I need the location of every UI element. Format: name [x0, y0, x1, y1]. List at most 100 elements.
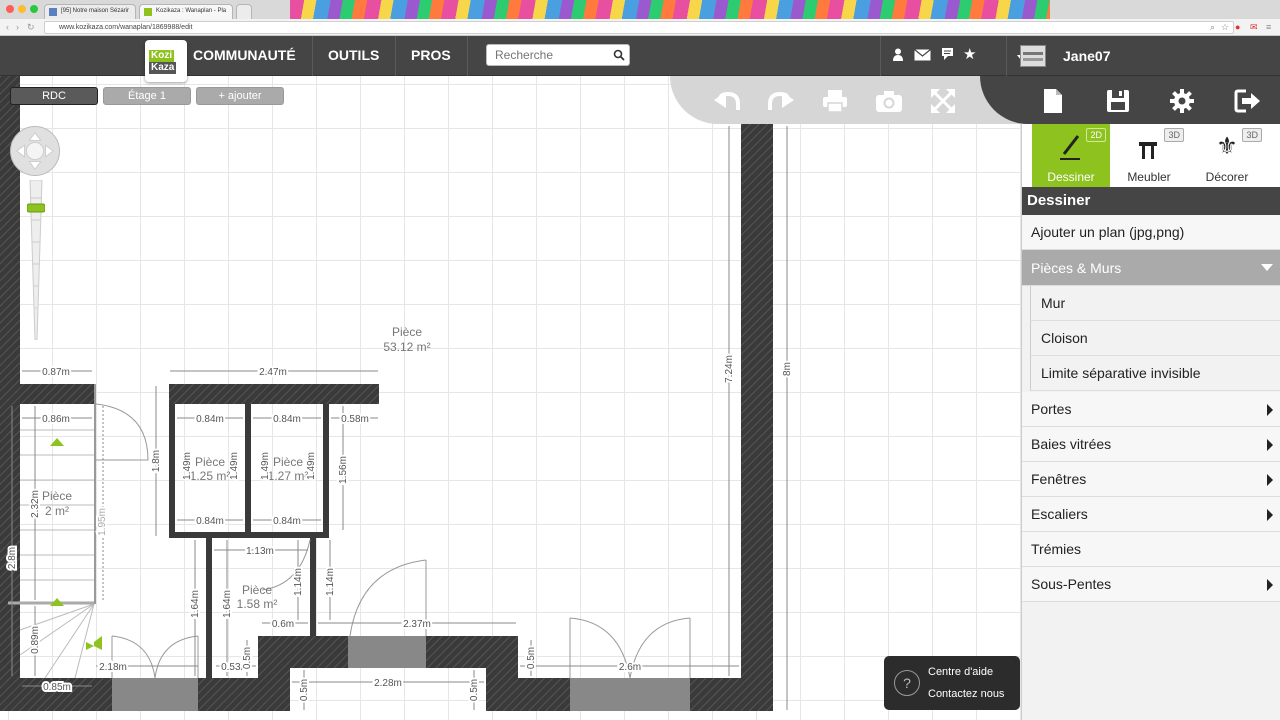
menu-tremies[interactable]: Trémies	[1022, 532, 1280, 567]
url-field[interactable]: www.kozikaza.com/wanaplan/1869988/edit	[44, 21, 1234, 34]
search-input[interactable]	[486, 44, 630, 66]
maximize-window-icon[interactable]	[30, 5, 38, 13]
room-area: 2 m²	[45, 504, 69, 518]
menu-icon[interactable]: ≡	[1266, 22, 1271, 32]
dimension-label: 1.13m	[246, 546, 274, 557]
menu-baies-vitrees[interactable]: Baies vitrées	[1022, 427, 1280, 462]
door-opening[interactable]	[348, 636, 426, 668]
forward-icon[interactable]: ›	[16, 22, 19, 32]
tab-decorer[interactable]: 3D ⚜ Décorer	[1188, 124, 1266, 187]
tab-dessiner[interactable]: 2D Dessiner	[1032, 124, 1110, 187]
wall[interactable]	[486, 668, 518, 711]
menu-fenetres[interactable]: Fenêtres	[1022, 462, 1280, 497]
mode-label: Meubler	[1127, 170, 1171, 184]
nav-communaute[interactable]: COMMUNAUTÉ	[177, 36, 313, 76]
wall[interactable]	[245, 404, 251, 538]
wall[interactable]	[169, 404, 175, 538]
partition[interactable]	[94, 384, 96, 604]
wall[interactable]	[20, 384, 94, 404]
staircase[interactable]	[8, 429, 102, 679]
redo-icon[interactable]	[766, 86, 796, 116]
undo-icon[interactable]	[712, 86, 742, 116]
logo-text: Kozi	[149, 50, 175, 62]
zoom-icon[interactable]: ⌕	[1210, 22, 1215, 33]
search-icon[interactable]	[613, 49, 625, 61]
walls[interactable]	[0, 76, 773, 711]
bookmark-star-icon[interactable]: ☆	[1221, 22, 1229, 33]
back-icon[interactable]: ‹	[6, 22, 9, 32]
browser-tab-active[interactable]: Kozikaza : Wanaplan - Pla	[139, 4, 233, 19]
browser-url-bar: ‹ › ↻ www.kozikaza.com/wanaplan/1869988/…	[0, 19, 1280, 36]
save-icon[interactable]	[1103, 86, 1133, 116]
settings-gear-icon[interactable]	[1167, 86, 1197, 116]
dimension-label: 0.5m	[299, 679, 310, 701]
dimension-label: 8m	[782, 362, 793, 376]
tool-cloison[interactable]: Cloison	[1030, 321, 1280, 356]
wall[interactable]	[206, 538, 212, 678]
dimension-label: 0.5m	[526, 647, 537, 669]
logout-icon[interactable]	[1232, 86, 1262, 116]
wall[interactable]	[169, 532, 329, 538]
zoom-slider[interactable]	[27, 180, 45, 340]
zoom-handle[interactable]	[27, 203, 45, 213]
avatar[interactable]	[1020, 45, 1046, 67]
mail-icon[interactable]	[914, 49, 931, 61]
nav-pros[interactable]: PROS	[395, 36, 468, 76]
pan-control-icon[interactable]	[10, 126, 60, 176]
camera-icon[interactable]	[874, 86, 904, 116]
wall[interactable]	[0, 76, 20, 711]
reload-icon[interactable]: ↻	[27, 22, 35, 33]
door-opening[interactable]	[570, 678, 690, 711]
door-opening[interactable]	[112, 678, 198, 711]
tool-mur[interactable]: Mur	[1030, 286, 1280, 321]
profile-icon[interactable]	[893, 48, 903, 61]
room-name: Pièce	[242, 583, 272, 597]
floor-plan[interactable]: Pièce 53.12 m² Pièce 2 m² Pièce 1.25 m² …	[0, 76, 1021, 720]
tab-meubler[interactable]: 3D Meubler	[1110, 124, 1188, 187]
dimension-label: 1.14m	[293, 568, 304, 596]
section-pieces-murs[interactable]: Pièces & Murs	[1022, 250, 1280, 286]
favorites-star-icon[interactable]: ★	[963, 45, 976, 63]
plan-canvas[interactable]: Pièce 53.12 m² Pièce 2 m² Pièce 1.25 m² …	[0, 76, 1021, 720]
fleur-de-lis-icon: ⚜	[1216, 133, 1238, 160]
floor-tab-rdc[interactable]: RDC	[10, 87, 98, 105]
room-name: Pièce	[273, 455, 303, 469]
floor-tab-etage-1[interactable]: Étage 1	[103, 87, 191, 105]
tool-limite-separative[interactable]: Limite séparative invisible	[1030, 356, 1280, 391]
wall[interactable]	[323, 404, 329, 538]
menu-portes[interactable]: Portes	[1022, 392, 1280, 427]
room-name: Pièce	[42, 489, 72, 503]
nav-outils[interactable]: OUTILS	[312, 36, 397, 76]
help-center-link[interactable]: Centre d'aide	[928, 666, 993, 678]
chevron-right-icon	[1267, 579, 1273, 591]
kozikaza-logo[interactable]: Kozi Kaza	[145, 40, 187, 82]
wall[interactable]	[169, 384, 379, 404]
stair-direction-icon	[86, 636, 102, 650]
dimension-label: 1.8m	[151, 450, 162, 472]
menu-escaliers[interactable]: Escaliers	[1022, 497, 1280, 532]
browser-tab[interactable]: [95] Notre maison Sézarir	[44, 4, 136, 19]
new-document-icon[interactable]	[1038, 86, 1068, 116]
close-window-icon[interactable]	[6, 5, 14, 13]
chat-icon[interactable]	[942, 48, 953, 60]
dimension-label: 1.64m	[190, 590, 201, 618]
help-widget[interactable]: ? Centre d'aide Contactez nous	[884, 656, 1020, 710]
menu-sous-pentes[interactable]: Sous-Pentes	[1022, 567, 1280, 602]
dimension-label: 2.47m	[259, 367, 287, 378]
add-floor-button[interactable]: + ajouter	[196, 87, 284, 105]
contact-link[interactable]: Contactez nous	[928, 688, 1004, 700]
wall[interactable]	[258, 668, 290, 711]
minimize-window-icon[interactable]	[18, 5, 26, 13]
mode-badge: 2D	[1086, 128, 1106, 142]
dimension-label: 1.49m	[182, 452, 193, 480]
upload-plan-button[interactable]: Ajouter un plan (jpg,png)	[1022, 215, 1280, 250]
extension-icon[interactable]: ✉	[1250, 22, 1258, 33]
pinterest-icon[interactable]: ●	[1235, 22, 1240, 32]
wall[interactable]	[310, 538, 316, 636]
print-icon[interactable]	[820, 86, 850, 116]
wall[interactable]	[741, 124, 773, 711]
new-tab-button[interactable]	[236, 4, 252, 19]
fullscreen-icon[interactable]	[928, 86, 958, 116]
openings[interactable]	[95, 403, 691, 711]
mode-label: Décorer	[1205, 170, 1249, 184]
